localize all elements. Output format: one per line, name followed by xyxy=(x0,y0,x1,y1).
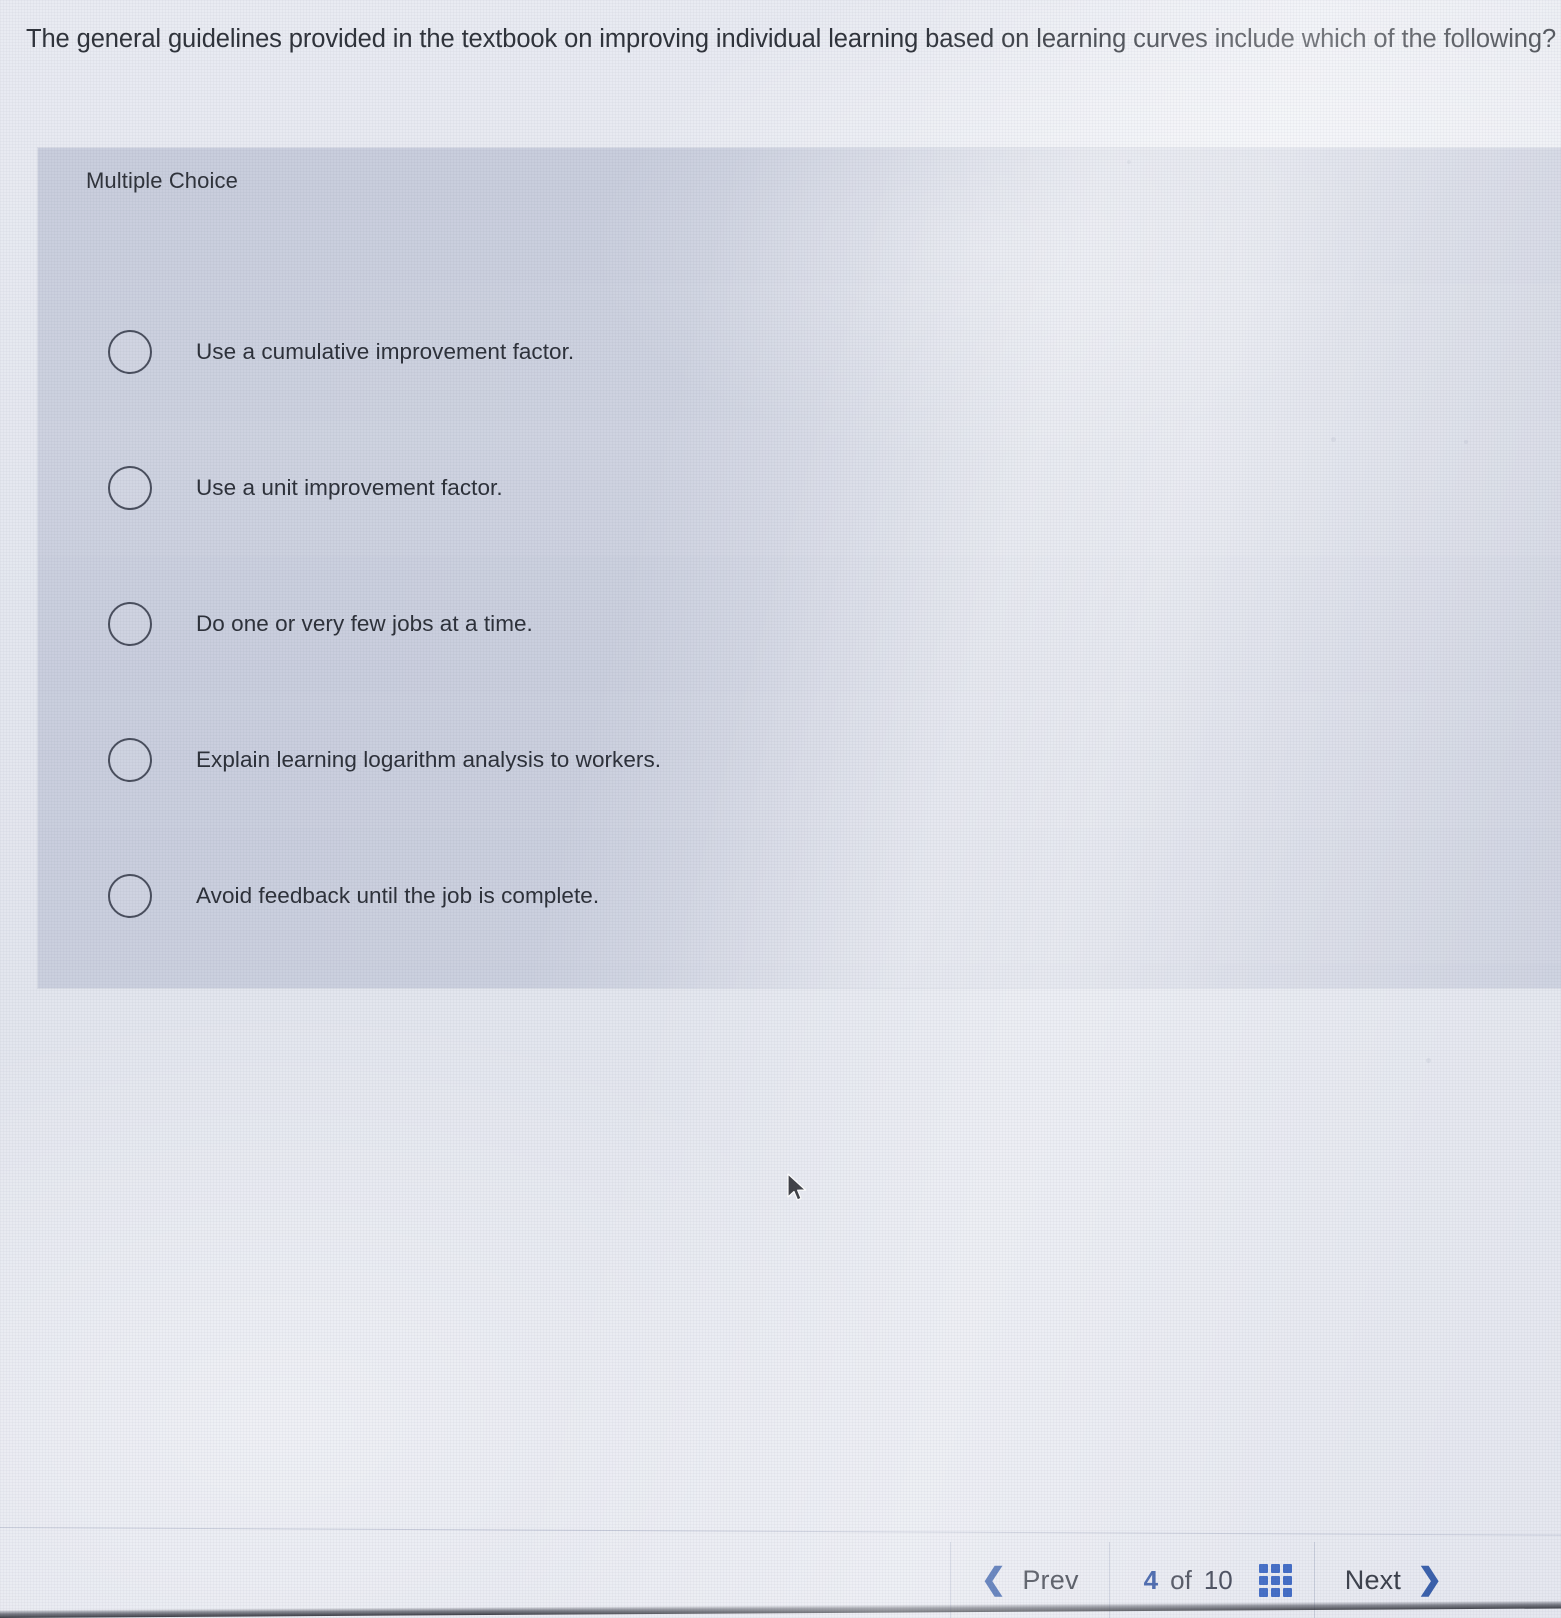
radio-button-icon[interactable] xyxy=(108,874,152,918)
radio-button-icon[interactable] xyxy=(108,738,152,782)
chevron-left-icon: ❮ xyxy=(981,1563,1007,1596)
option-label: Avoid feedback until the job is complete… xyxy=(196,883,600,908)
current-question-number: 4 xyxy=(1143,1564,1159,1595)
options-list: Use a cumulative improvement factor. Use… xyxy=(38,284,1561,964)
grid-3x3-icon[interactable] xyxy=(1258,1563,1292,1597)
option-row[interactable]: Explain learning logarithm analysis to w… xyxy=(38,692,1561,828)
bottom-divider xyxy=(0,1527,1561,1536)
option-label: Use a cumulative improvement factor. xyxy=(196,339,575,364)
option-row[interactable]: Use a unit improvement factor. xyxy=(38,420,1561,556)
option-label: Do one or very few jobs at a time. xyxy=(196,611,533,636)
prev-button-label: Prev xyxy=(1022,1564,1079,1595)
option-row[interactable]: Use a cumulative improvement factor. xyxy=(38,284,1561,420)
radio-button-icon[interactable] xyxy=(108,330,152,374)
counter-of-label: of xyxy=(1170,1564,1192,1595)
question-stem: The general guidelines provided in the t… xyxy=(26,25,1557,53)
radio-button-icon[interactable] xyxy=(108,466,152,510)
option-label: Use a unit improvement factor. xyxy=(196,475,503,500)
dust-speck xyxy=(1426,1058,1431,1063)
chevron-right-icon: ❯ xyxy=(1417,1563,1443,1596)
option-row[interactable]: Do one or very few jobs at a time. xyxy=(38,556,1561,692)
quiz-screen: The general guidelines provided in the t… xyxy=(0,0,1561,1618)
answer-card: Multiple Choice Use a cumulative improve… xyxy=(38,148,1561,988)
mouse-pointer-icon xyxy=(787,1173,807,1201)
question-type-label: Multiple Choice xyxy=(86,168,238,193)
option-row[interactable]: Avoid feedback until the job is complete… xyxy=(38,828,1561,964)
option-label: Explain learning logarithm analysis to w… xyxy=(196,747,662,772)
radio-button-icon[interactable] xyxy=(108,602,152,646)
next-button-label: Next xyxy=(1344,1564,1402,1595)
total-questions-number: 10 xyxy=(1203,1564,1233,1595)
